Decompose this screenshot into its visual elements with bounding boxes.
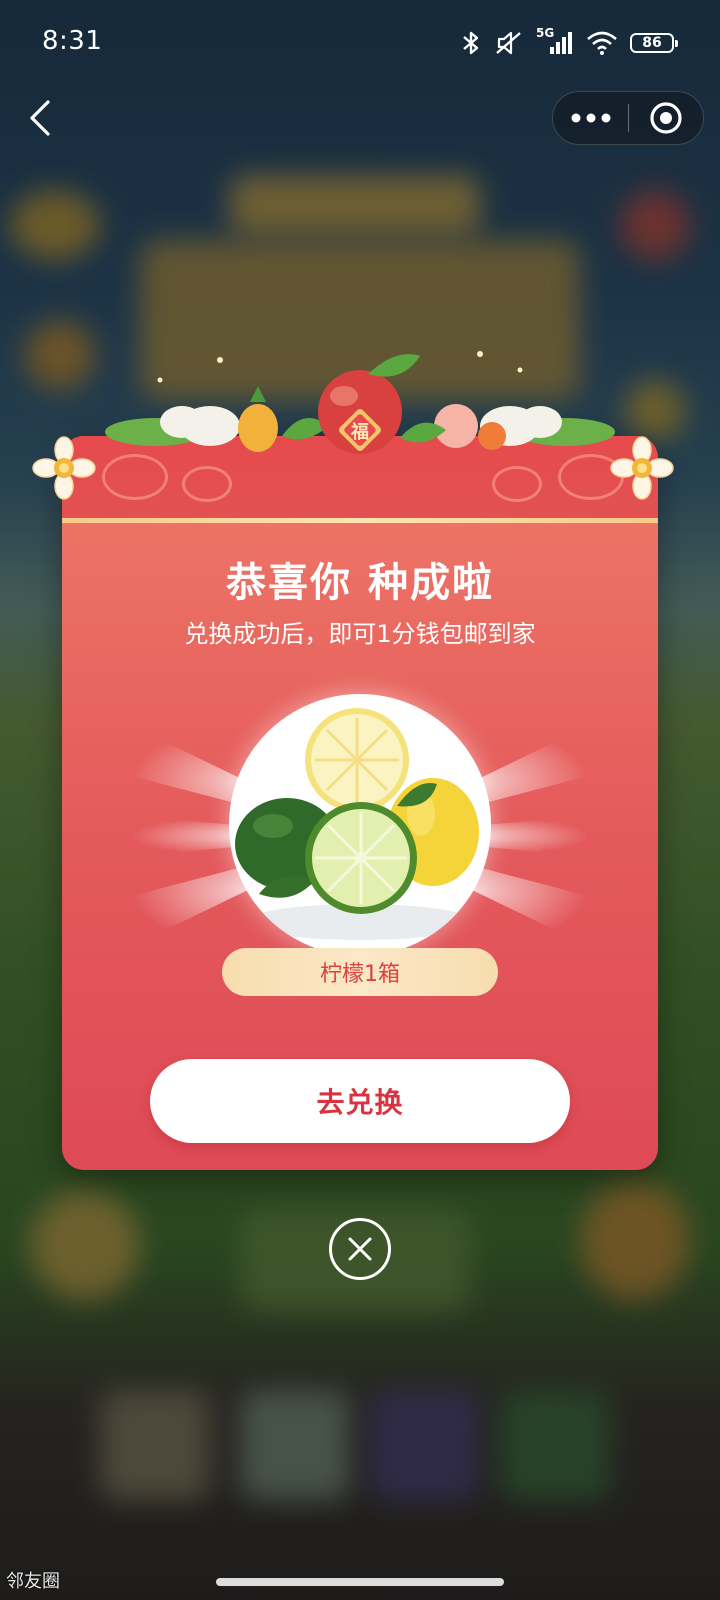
modal-title: 恭喜你 种成啦: [226, 560, 494, 606]
wifi-icon: [587, 31, 617, 55]
battery-level: 86: [642, 35, 662, 51]
redeem-button[interactable]: 去兑换: [150, 1059, 570, 1143]
battery-icon: 86: [630, 33, 678, 53]
target-close-icon: [650, 102, 682, 134]
chevron-left-icon: [30, 100, 50, 136]
watermark: 邻友圈: [6, 1571, 60, 1592]
fruit-basket-decor: 福: [105, 351, 615, 454]
status-icons: 5G 86: [460, 26, 678, 58]
prize-image: [229, 694, 491, 956]
prize-name-label: 柠檬1箱: [222, 948, 498, 996]
lemon-illustration: [235, 708, 479, 940]
flower-decor-right: [610, 436, 674, 500]
back-button[interactable]: [18, 94, 62, 142]
fu-badge-text: 福: [350, 421, 369, 443]
flower-decor-left: [32, 436, 96, 500]
modal-card: 恭喜你 种成啦 兑换成功后，即可1分钱包邮到家 柠檬1箱 去兑换: [62, 436, 658, 1170]
modal-subtitle: 兑换成功后，即可1分钱包邮到家: [184, 620, 536, 648]
home-indicator[interactable]: [216, 1578, 504, 1586]
mute-icon: [496, 31, 521, 55]
status-bar: 8:31 5G 86: [0, 0, 720, 86]
header-gold-line: [62, 518, 658, 523]
exit-mini-program-button[interactable]: [629, 91, 703, 145]
harvest-success-modal: 恭喜你 种成啦 兑换成功后，即可1分钱包邮到家 柠檬1箱 去兑换 福: [32, 351, 674, 1170]
close-icon: [348, 1237, 372, 1261]
close-modal-button[interactable]: [329, 1218, 391, 1280]
signal-icon: 5G: [536, 26, 574, 56]
more-dots-icon: [571, 113, 610, 123]
mini-program-capsule: [552, 91, 704, 145]
more-button[interactable]: [553, 91, 628, 145]
bluetooth-icon: [463, 31, 479, 55]
status-time: 8:31: [42, 26, 103, 56]
